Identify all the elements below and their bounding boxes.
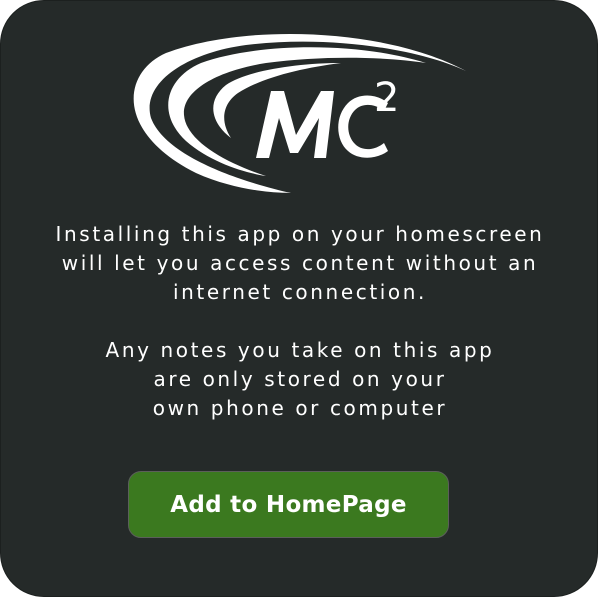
add-to-homepage-button[interactable]: Add to HomePage bbox=[128, 471, 449, 538]
logo-letter-m bbox=[256, 91, 334, 158]
install-info-text: Installing this app on your homescreen w… bbox=[55, 222, 545, 304]
notes-info-text: Any notes you take on this app are only … bbox=[105, 338, 495, 420]
install-prompt-card: 2 Installing this app on your homescreen… bbox=[0, 0, 598, 597]
logo-superscript: 2 bbox=[374, 75, 399, 121]
mc2-logo: 2 bbox=[133, 34, 466, 193]
